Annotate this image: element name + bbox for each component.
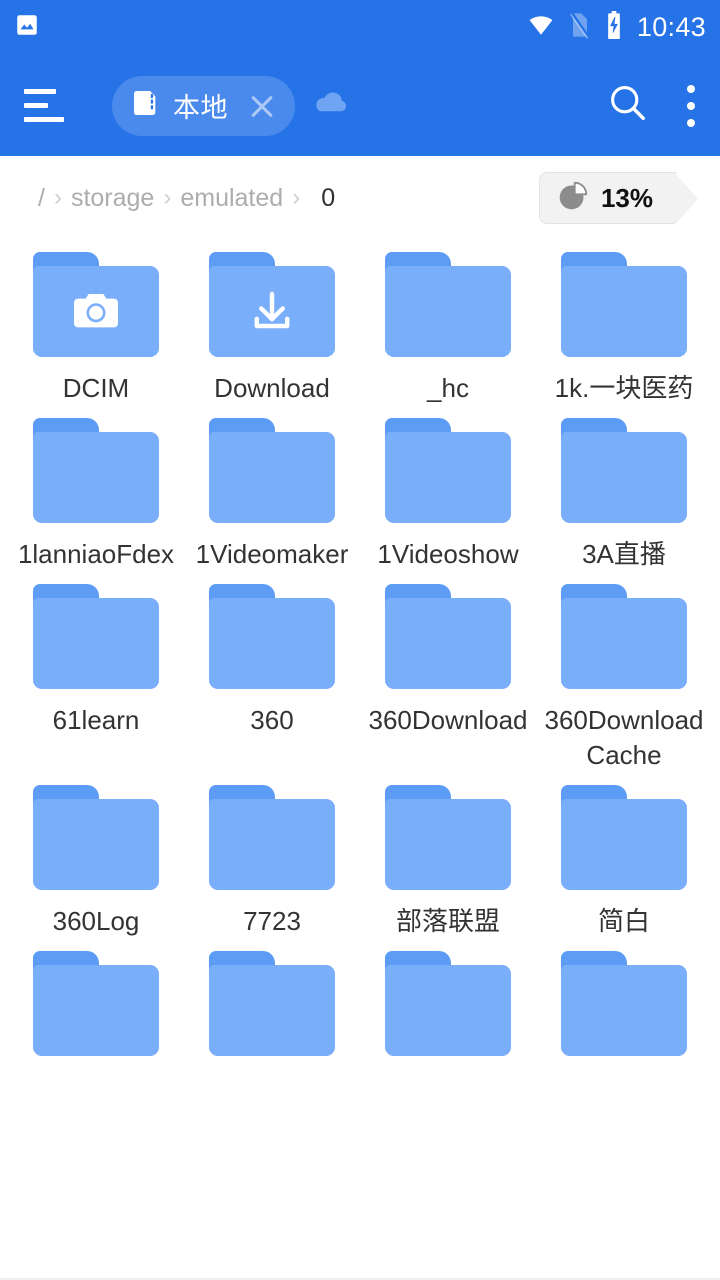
folder-icon [209, 252, 335, 357]
file-name: 1Videomaker [195, 539, 349, 569]
file-item[interactable]: 1Videomaker [184, 406, 360, 572]
chevron-right-icon: › [163, 184, 172, 211]
breadcrumb-segment-storage[interactable]: storage [69, 184, 156, 213]
status-bar-clock: 10:43 [636, 12, 706, 42]
download-icon [209, 266, 335, 357]
file-name: 360Log [52, 906, 140, 936]
folder-icon [385, 951, 511, 1056]
breadcrumb-root[interactable]: / [36, 184, 47, 213]
file-name: 部落联盟 [395, 906, 500, 936]
folder-icon [561, 418, 687, 523]
file-name: Download [214, 373, 330, 403]
file-name: 360Download [368, 705, 528, 735]
file-grid: DCIM Download _hc 1k.一块医药 1lanniaoFdex 1… [0, 240, 720, 1070]
no-sim-icon [569, 11, 591, 44]
folder-icon [385, 418, 511, 523]
folder-icon [33, 785, 159, 890]
storage-tab-label: 本地 [173, 93, 228, 123]
battery-charging-icon [604, 11, 624, 44]
file-item[interactable]: 360Download [360, 572, 536, 773]
file-name: 360 [250, 705, 294, 735]
breadcrumb: / › storage › emulated › 0 [36, 184, 337, 213]
camera-icon [33, 266, 159, 357]
folder-icon [561, 252, 687, 357]
file-item[interactable] [360, 939, 536, 1070]
folder-icon [561, 584, 687, 689]
overflow-menu-icon[interactable] [686, 84, 696, 127]
hamburger-menu-icon[interactable] [18, 84, 72, 128]
folder-icon [561, 785, 687, 890]
folder-icon [209, 951, 335, 1056]
file-item[interactable]: 1k.一块医药 [536, 240, 712, 406]
file-item[interactable] [184, 939, 360, 1070]
folder-icon [385, 785, 511, 890]
wifi-icon [526, 12, 556, 43]
file-manager-screen: 10:43 本地 / › storage › emulated › 0 13% … [0, 0, 720, 1280]
file-item[interactable]: 1lanniaoFdex [8, 406, 184, 572]
file-item[interactable]: Download [184, 240, 360, 406]
storage-usage-badge[interactable]: 13% [538, 172, 699, 226]
storage-tab-chip[interactable]: 本地 [112, 75, 295, 136]
folder-icon [209, 785, 335, 890]
file-item[interactable]: 部落联盟 [360, 773, 536, 939]
file-item[interactable]: 简白 [536, 773, 712, 939]
gallery-notification-icon [14, 12, 40, 43]
file-name: 1lanniaoFdex [17, 539, 175, 569]
chevron-right-icon: › [53, 184, 62, 211]
file-item[interactable]: DCIM [8, 240, 184, 406]
search-icon[interactable] [606, 81, 650, 130]
folder-icon [33, 252, 159, 357]
file-name: _hc [427, 373, 469, 403]
folder-icon [209, 418, 335, 523]
app-bar: 本地 [0, 55, 720, 156]
file-item[interactable]: 360 [184, 572, 360, 773]
file-item[interactable]: 61learn [8, 572, 184, 773]
folder-icon [385, 252, 511, 357]
sd-card-icon [130, 87, 162, 124]
file-name: 简白 [597, 906, 650, 936]
folder-icon [33, 584, 159, 689]
file-item[interactable]: 7723 [184, 773, 360, 939]
breadcrumb-segment-0[interactable]: 0 [307, 184, 337, 213]
folder-icon [209, 584, 335, 689]
status-bar: 10:43 [0, 0, 720, 55]
storage-percent-label: 13% [600, 182, 653, 213]
folder-icon [385, 584, 511, 689]
file-item[interactable]: 3A直播 [536, 406, 712, 572]
file-name: 1k.一块医药 [554, 373, 694, 403]
file-name: 61learn [52, 705, 140, 735]
folder-icon [33, 951, 159, 1056]
file-name: 1Videoshow [377, 539, 519, 569]
chevron-right-icon: › [292, 184, 301, 211]
pie-chart-icon [556, 179, 590, 218]
file-item[interactable]: 360Log [8, 773, 184, 939]
file-item[interactable] [536, 939, 712, 1070]
file-name: 3A直播 [582, 539, 666, 569]
breadcrumb-segment-emulated[interactable]: emulated [178, 184, 285, 213]
folder-icon [33, 418, 159, 523]
file-name: DCIM [62, 373, 130, 403]
file-item[interactable]: 360DownloadCache [536, 572, 712, 773]
folder-icon [561, 951, 687, 1056]
file-item[interactable]: 1Videoshow [360, 406, 536, 572]
close-icon[interactable] [245, 89, 279, 123]
file-item[interactable]: _hc [360, 240, 536, 406]
file-name: 7723 [243, 906, 301, 936]
breadcrumb-bar: / › storage › emulated › 0 13% [0, 156, 720, 240]
file-item[interactable] [8, 939, 184, 1070]
cloud-icon[interactable] [313, 90, 349, 121]
file-name: 360DownloadCache [544, 705, 704, 770]
